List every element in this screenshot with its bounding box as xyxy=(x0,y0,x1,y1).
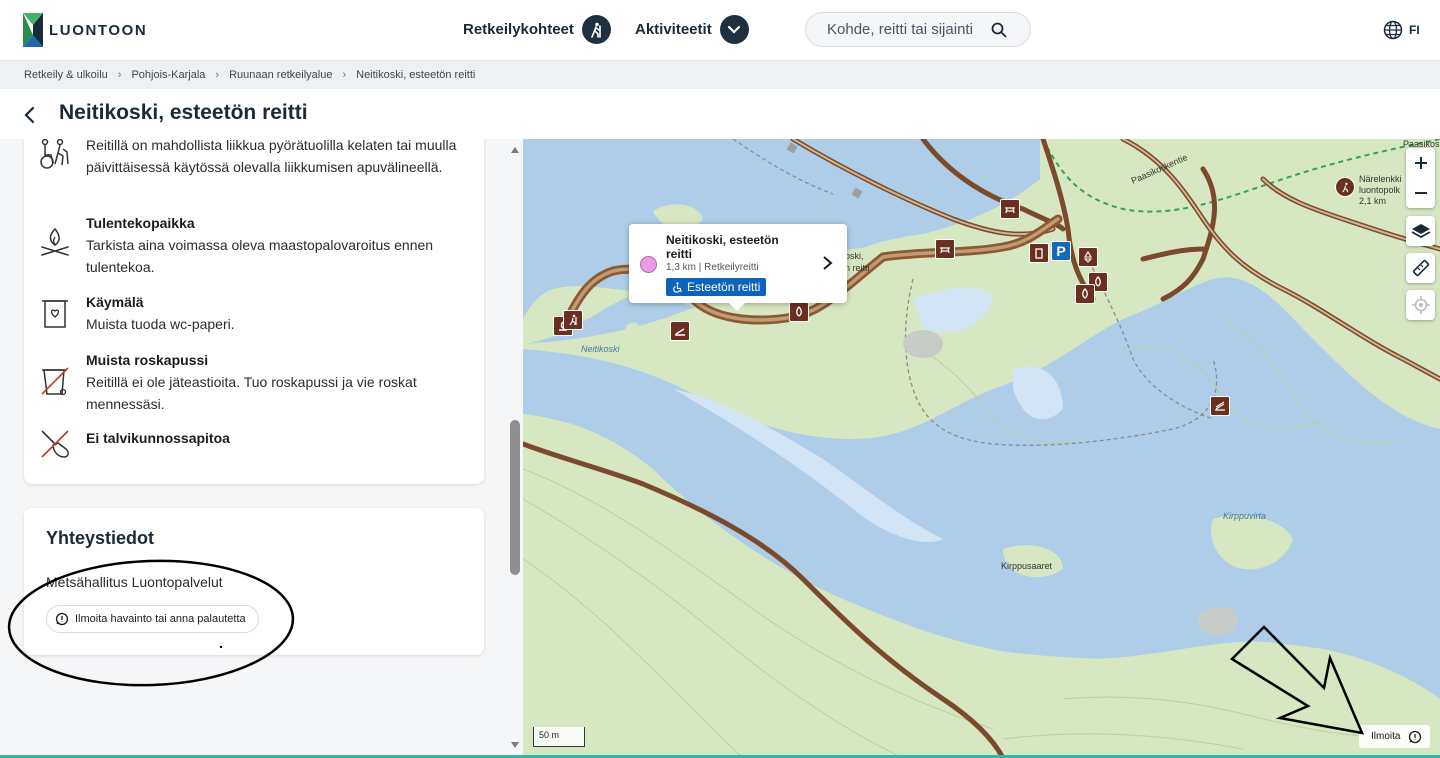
toilet-icon xyxy=(42,300,68,328)
popup-meta: 1,3 km | Retkeilyreitti xyxy=(666,262,759,273)
map-label: 2,1 km xyxy=(1359,196,1387,206)
language-label: FI xyxy=(1409,23,1420,37)
scroll-up-arrow-icon[interactable] xyxy=(511,147,519,153)
chevron-right-icon: › xyxy=(215,69,220,81)
map-view[interactable]: P Neitikoski Kirppuvirta Kirppusaaret Pa… xyxy=(523,139,1440,758)
hiker-poi-icon[interactable] xyxy=(1335,177,1355,197)
map-label: Närelenkki xyxy=(1359,174,1402,184)
map-label: Neitikoski xyxy=(581,344,620,354)
campfire-icon xyxy=(41,227,69,256)
nav-retkeilykohteet[interactable]: Retkeilykohteet xyxy=(463,15,611,44)
layers-button[interactable] xyxy=(1406,216,1435,246)
trail-color-marker xyxy=(640,256,657,273)
breadcrumb-item[interactable]: Pohjois-Karjala xyxy=(131,69,205,81)
hiker-icon xyxy=(581,15,611,44)
zoom-out-button[interactable] xyxy=(1406,178,1435,208)
luontoon-logo-icon xyxy=(23,13,43,47)
chevron-right-icon: › xyxy=(342,69,347,81)
ruler-icon xyxy=(1412,259,1429,277)
map-report-button[interactable]: Ilmoita xyxy=(1359,725,1431,748)
search-input[interactable] xyxy=(806,21,991,38)
trail-popup[interactable]: Neitikoski, esteetön reitti 1,3 km | Ret… xyxy=(629,224,847,303)
speech-bubble-icon xyxy=(55,612,69,626)
title-row: Neitikoski, esteetön reitti xyxy=(0,89,1440,139)
locate-control xyxy=(1406,290,1435,320)
feature-desc: Muista tuoda wc-paperi. xyxy=(86,316,235,332)
globe-icon xyxy=(1383,20,1403,40)
feature-title: Käymälä xyxy=(86,294,144,310)
feature-desc: Reitillä ei ole jäteastioita. Tuo roskap… xyxy=(86,374,417,412)
hiker-poi-icon[interactable] xyxy=(563,310,583,330)
badge-label: Esteetön reitti xyxy=(687,280,761,294)
zoom-controls xyxy=(1406,148,1435,208)
panel-scrollbar[interactable] xyxy=(507,139,523,758)
map-label: Kirppuvirta xyxy=(1223,511,1267,521)
wheelchair-icon xyxy=(673,281,682,293)
fire-poi-icon[interactable] xyxy=(789,302,809,322)
feature-title: Tulentekopaikka xyxy=(86,215,195,231)
report-label: Ilmoita xyxy=(1371,731,1401,742)
minus-icon xyxy=(1414,192,1427,194)
page-title: Neitikoski, esteetön reitti xyxy=(59,101,308,124)
picnic-table-poi-icon[interactable] xyxy=(935,239,955,259)
contact-card: Yhteystiedot Metsähallitus Luontopalvelu… xyxy=(24,508,484,655)
chevron-down-icon xyxy=(719,15,749,44)
feature-title: Ei talvikunnossapitoa xyxy=(86,430,230,446)
plus-icon xyxy=(1414,157,1427,169)
nav-label: Aktiviteetit xyxy=(635,21,712,38)
recycling-poi-icon[interactable] xyxy=(1078,247,1098,267)
picnic-table-poi-icon[interactable] xyxy=(1000,199,1020,219)
lean-to-poi-icon[interactable] xyxy=(1210,396,1230,416)
locate-button[interactable] xyxy=(1406,290,1435,320)
logo[interactable]: LUONTOON xyxy=(23,13,147,47)
layers-control xyxy=(1406,216,1435,246)
speech-bubble-icon xyxy=(1409,730,1422,743)
popup-tail xyxy=(728,302,746,311)
popup-title: Neitikoski, esteetön reitti xyxy=(666,233,779,261)
no-winter-maintenance-icon xyxy=(41,430,69,458)
breadcrumb-current: Neitikoski, esteetön reitti xyxy=(356,69,476,81)
feature-desc: Tarkista aina voimassa oleva maastopalov… xyxy=(86,237,434,275)
fire-poi-icon[interactable] xyxy=(1075,284,1095,304)
nav-label: Retkeilykohteet xyxy=(463,21,574,38)
services-card: Reitillä on mahdollista liikkua pyörätuo… xyxy=(24,139,484,484)
feature-title: Muista roskapussi xyxy=(86,352,209,368)
toilet-poi-icon[interactable] xyxy=(1029,243,1049,263)
contact-heading: Yhteystiedot xyxy=(46,528,155,548)
scroll-down-arrow-icon[interactable] xyxy=(511,742,519,748)
map-scale: 50 m xyxy=(533,727,585,747)
feedback-label: Ilmoita havainto tai anna palautetta xyxy=(75,613,246,625)
logo-text: LUONTOON xyxy=(49,21,148,39)
zoom-in-button[interactable] xyxy=(1406,148,1435,178)
chevron-right-icon: › xyxy=(117,69,122,81)
scroll-thumb[interactable] xyxy=(510,420,520,575)
measure-control xyxy=(1406,253,1435,283)
crosshair-icon xyxy=(1411,296,1430,314)
details-panel: Reitillä on mahdollista liikkua pyörätuo… xyxy=(0,139,523,758)
layers-icon xyxy=(1411,224,1430,239)
breadcrumb-item[interactable]: Retkeily & ulkoilu xyxy=(24,69,108,81)
chevron-right-icon[interactable] xyxy=(821,254,835,272)
feature-desc: Reitillä on mahdollista liikkua pyörätuo… xyxy=(86,139,457,175)
search-icon[interactable] xyxy=(991,22,1007,38)
map-label: oski, xyxy=(845,251,864,261)
breadcrumb: Retkeily & ulkoilu › Pohjois-Karjala › R… xyxy=(0,61,1440,89)
map-label: n reitti xyxy=(845,263,870,273)
language-selector[interactable]: FI xyxy=(1383,20,1420,40)
breadcrumb-item[interactable]: Ruunaan retkeilyalue xyxy=(229,69,332,81)
map-label: Kirppusaaret xyxy=(1001,561,1053,571)
wheelchair-icon xyxy=(40,139,69,169)
lean-to-poi-icon[interactable] xyxy=(670,321,690,341)
feedback-button[interactable]: Ilmoita havainto tai anna palautetta xyxy=(46,605,259,633)
accessible-badge: Esteetön reitti xyxy=(666,278,767,296)
site-header: LUONTOON Retkeilykohteet Aktiviteetit FI xyxy=(0,0,1440,61)
contact-org: Metsähallitus Luontopalvelut xyxy=(46,574,223,590)
measure-button[interactable] xyxy=(1406,253,1435,283)
no-trash-icon xyxy=(41,367,69,396)
back-arrow-icon[interactable] xyxy=(20,104,40,126)
nav-aktiviteetit[interactable]: Aktiviteetit xyxy=(635,15,749,44)
map-label: luontopolk xyxy=(1359,185,1401,195)
search-box[interactable] xyxy=(805,12,1031,47)
parking-poi-icon[interactable]: P xyxy=(1051,241,1071,261)
